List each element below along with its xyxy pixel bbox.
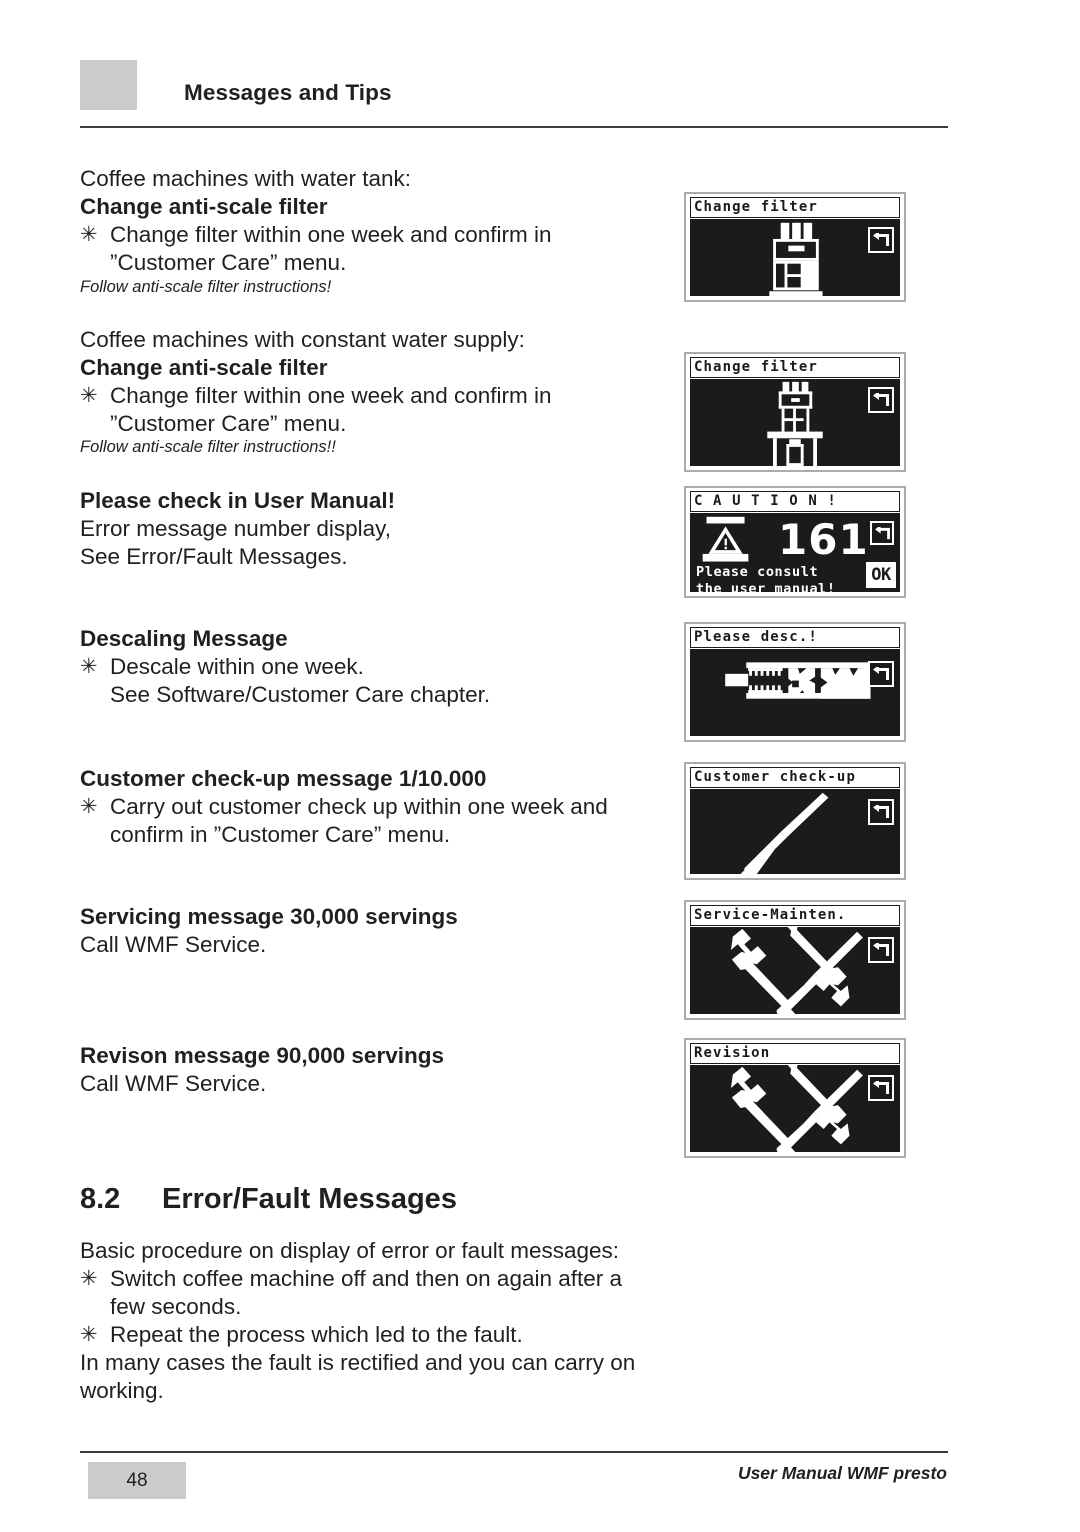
error-fault-outro: In many cases the fault is rectified and… bbox=[80, 1350, 636, 1403]
constant-supply-bullet-text: Change filter within one week and confir… bbox=[110, 383, 552, 436]
back-arrow-icon bbox=[873, 805, 889, 818]
bullet-marker-icon: ✳ bbox=[80, 795, 98, 818]
bullet-marker-icon: ✳ bbox=[80, 223, 98, 246]
error-fault-bullet-1-text: Switch coffee machine off and then on ag… bbox=[110, 1266, 623, 1319]
display-customer-check-up: Customer check-up bbox=[684, 762, 906, 880]
display-screen bbox=[690, 219, 900, 296]
descaling-bullet-text: Descale within one week. See Software/Cu… bbox=[110, 654, 491, 707]
water-tank-bullet: ✳ Change filter within one week and conf… bbox=[80, 221, 660, 277]
display-screen: 161 Please consult the user manual! OK bbox=[690, 513, 900, 592]
display-title: Change filter bbox=[690, 357, 900, 378]
servicing-line1: Call WMF Service. bbox=[80, 932, 267, 957]
header-divider bbox=[80, 126, 948, 128]
bullet-marker-icon: ✳ bbox=[80, 1267, 98, 1290]
display-change-filter-supply: Change filter bbox=[684, 352, 906, 472]
error-code: 161 bbox=[778, 515, 869, 564]
customer-checkup-bullet: ✳ Carry out customer check up within one… bbox=[80, 793, 670, 849]
section-number: 8.2 bbox=[80, 1183, 121, 1215]
customer-checkup-heading: Customer check-up message 1/10.000 bbox=[80, 766, 487, 791]
constant-supply-lead: Coffee machines with constant water supp… bbox=[80, 327, 525, 352]
constant-supply-bullet: ✳ Change filter within one week and conf… bbox=[80, 382, 660, 438]
error-fault-bullet-2: ✳ Repeat the process which led to the fa… bbox=[80, 1321, 680, 1349]
caution-message-line2: the user manual! bbox=[696, 581, 836, 592]
manual-page: Messages and Tips Coffee machines with w… bbox=[0, 0, 1080, 1532]
page-title: Messages and Tips bbox=[184, 80, 392, 105]
display-title: Service-Mainten. bbox=[690, 905, 900, 926]
back-arrow-softkey[interactable] bbox=[870, 521, 894, 545]
display-change-filter-tank: Change filter bbox=[684, 192, 906, 302]
display-screen bbox=[690, 379, 900, 466]
back-arrow-icon bbox=[873, 393, 889, 406]
descaling-bullet: ✳ Descale within one week. See Software/… bbox=[80, 653, 660, 709]
back-arrow-softkey[interactable] bbox=[868, 1075, 894, 1101]
footer-divider bbox=[80, 1451, 948, 1453]
bullet-marker-icon: ✳ bbox=[80, 655, 98, 678]
display-service-maintenance: Service-Mainten. bbox=[684, 900, 906, 1020]
display-screen bbox=[690, 927, 900, 1014]
water-tank-heading: Change anti-scale filter bbox=[80, 194, 328, 219]
error-fault-intro: Basic procedure on display of error or f… bbox=[80, 1238, 620, 1263]
customer-checkup-bullet-text: Carry out customer check up within one w… bbox=[110, 794, 608, 847]
display-title: C A U T I O N ! bbox=[690, 491, 900, 512]
water-tank-lead: Coffee machines with water tank: bbox=[80, 166, 411, 191]
back-arrow-icon bbox=[873, 233, 889, 246]
display-title: Customer check-up bbox=[690, 767, 900, 788]
header-swatch bbox=[80, 60, 137, 110]
revision-heading: Revison message 90,000 servings bbox=[80, 1043, 444, 1068]
descaling-heading: Descaling Message bbox=[80, 626, 288, 651]
display-screen bbox=[690, 789, 900, 874]
bullet-marker-icon: ✳ bbox=[80, 1323, 98, 1346]
display-revision: Revision bbox=[684, 1038, 906, 1158]
error-fault-bullet-1: ✳ Switch coffee machine off and then on … bbox=[80, 1265, 680, 1321]
water-tank-bullet-text: Change filter within one week and confir… bbox=[110, 222, 552, 275]
user-manual-line1: Error message number display, bbox=[80, 516, 391, 541]
back-arrow-softkey[interactable] bbox=[868, 227, 894, 253]
display-title: Please desc.! bbox=[690, 627, 900, 648]
back-arrow-softkey[interactable] bbox=[868, 661, 894, 687]
back-arrow-icon bbox=[873, 943, 889, 956]
user-manual-heading: Please check in User Manual! bbox=[80, 488, 396, 513]
bullet-marker-icon: ✳ bbox=[80, 384, 98, 407]
section-heading: Error/Fault Messages bbox=[162, 1183, 457, 1215]
servicing-heading: Servicing message 30,000 servings bbox=[80, 904, 458, 929]
ok-softkey[interactable]: OK bbox=[866, 562, 896, 588]
back-arrow-icon bbox=[873, 1081, 889, 1094]
display-screen bbox=[690, 1065, 900, 1152]
display-title: Revision bbox=[690, 1043, 900, 1064]
display-screen bbox=[690, 649, 900, 736]
revision-line1: Call WMF Service. bbox=[80, 1071, 267, 1096]
constant-supply-note: Follow anti-scale filter instructions!! bbox=[80, 438, 336, 456]
back-arrow-icon bbox=[873, 667, 889, 680]
display-title: Change filter bbox=[690, 197, 900, 218]
user-manual-line2: See Error/Fault Messages. bbox=[80, 544, 348, 569]
document-label: User Manual WMF presto bbox=[737, 1463, 947, 1483]
page-number: 48 bbox=[126, 1470, 148, 1491]
water-tank-note: Follow anti-scale filter instructions! bbox=[80, 278, 332, 296]
back-arrow-softkey[interactable] bbox=[868, 937, 894, 963]
display-please-descale: Please desc.! bbox=[684, 622, 906, 742]
constant-supply-heading: Change anti-scale filter bbox=[80, 355, 328, 380]
error-fault-bullet-2-text: Repeat the process which led to the faul… bbox=[110, 1322, 523, 1347]
caution-message-line1: Please consult bbox=[696, 564, 819, 580]
back-arrow-softkey[interactable] bbox=[868, 799, 894, 825]
back-arrow-softkey[interactable] bbox=[868, 387, 894, 413]
back-arrow-icon bbox=[874, 526, 890, 539]
display-caution-161: C A U T I O N ! 161 Please consult the u… bbox=[684, 486, 906, 598]
